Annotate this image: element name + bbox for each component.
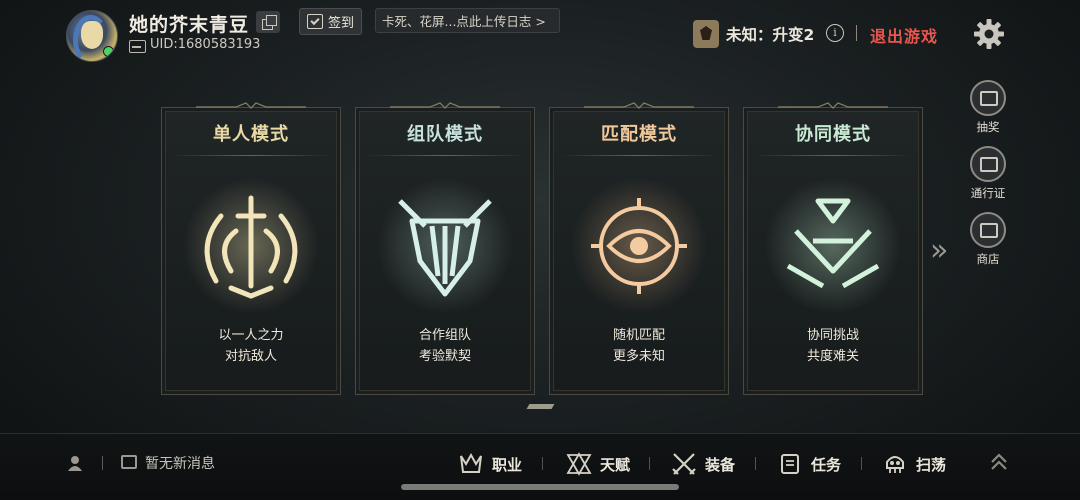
divider — [649, 457, 650, 470]
desc-line: 合作组队 — [418, 328, 471, 343]
message-status[interactable]: 暂无新消息 — [145, 453, 215, 473]
checkin-button[interactable]: 签到 — [299, 8, 362, 35]
nav-label: 职业 — [492, 455, 523, 474]
side-item-gacha[interactable]: 抽奖 — [968, 80, 1008, 135]
info-icon[interactable]: i — [826, 24, 844, 42]
home-indicator[interactable] — [401, 484, 679, 490]
nav-quest[interactable]: 任务 — [777, 452, 841, 476]
title-divider — [366, 155, 524, 156]
exit-game-button[interactable]: 退出游戏 — [870, 23, 938, 47]
friend-icon[interactable] — [68, 455, 82, 471]
uid-text: UID:1680583193 — [150, 37, 261, 52]
expand-up-chevron-icon[interactable] — [988, 451, 1010, 473]
username: 她的芥末青豆 — [129, 14, 250, 36]
desc-line: 以一人之力 — [218, 328, 284, 343]
mode-description: 随机匹配 更多未知 — [550, 325, 728, 367]
nav-talent[interactable]: 天赋 — [566, 452, 630, 476]
ornament — [584, 102, 694, 109]
title-divider — [560, 155, 718, 156]
divider — [542, 457, 543, 470]
gacha-icon — [970, 80, 1006, 116]
desc-line: 共度难关 — [806, 349, 859, 364]
desc-line: 更多未知 — [612, 349, 665, 364]
calendar-check-icon — [306, 14, 323, 29]
nav-sweep[interactable]: 扫荡 — [882, 452, 946, 476]
divider — [755, 457, 756, 470]
desc-line: 考验默契 — [418, 349, 471, 364]
team-mode-emblem-icon — [377, 178, 513, 314]
ornament — [390, 102, 500, 109]
mode-card-solo[interactable]: 单人模式 以一人之力 对抗敌人 — [161, 102, 341, 395]
online-status-dot — [103, 46, 114, 57]
side-item-label: 抽奖 — [976, 120, 1000, 134]
mode-card-match[interactable]: 匹配模式 随机匹配 更多未知 — [549, 102, 729, 395]
copy-icon[interactable] — [256, 11, 280, 33]
pass-icon — [970, 146, 1006, 182]
divider — [856, 25, 857, 41]
mode-description: 协同挑战 共度难关 — [744, 325, 922, 367]
coop-mode-emblem-icon — [765, 178, 901, 314]
talent-icon — [566, 452, 592, 476]
ornament — [778, 102, 888, 109]
side-item-shop[interactable]: 商店 — [968, 212, 1008, 267]
message-icon — [121, 455, 137, 469]
mode-description: 合作组队 考验默契 — [356, 325, 534, 367]
title-divider — [754, 155, 912, 156]
shop-icon — [970, 212, 1006, 248]
mode-title: 组队模式 — [407, 124, 483, 145]
id-card-icon — [129, 40, 146, 53]
profession-icon — [460, 452, 482, 473]
desc-line: 协同挑战 — [806, 328, 859, 343]
nav-label: 天赋 — [600, 455, 631, 474]
upload-log-notice[interactable]: 卡死、花屏...点此上传日志 > — [375, 8, 560, 33]
divider — [861, 457, 862, 470]
mode-card-team[interactable]: 组队模式 合作组队 考验默契 — [355, 102, 535, 395]
side-item-pass[interactable]: 通行证 — [968, 146, 1008, 201]
side-item-label: 商店 — [976, 252, 1000, 266]
page-indicator — [526, 404, 555, 409]
desc-line: 对抗敌人 — [224, 349, 277, 364]
quest-scroll-icon — [781, 454, 799, 474]
title-divider — [172, 155, 330, 156]
equipment-swords-icon — [672, 453, 696, 475]
divider — [102, 456, 103, 470]
nav-equipment[interactable]: 装备 — [671, 452, 735, 476]
mode-title: 单人模式 — [213, 124, 289, 145]
checkin-label: 签到 — [327, 16, 354, 31]
nav-label: 扫荡 — [916, 455, 947, 474]
rank-badge-icon — [693, 20, 719, 48]
avatar[interactable] — [66, 10, 118, 62]
gear-icon[interactable] — [973, 18, 1005, 50]
mode-card-coop[interactable]: 协同模式 协同挑战 共度难关 — [743, 102, 923, 395]
mode-description: 以一人之力 对抗敌人 — [162, 325, 340, 367]
rank-text: 未知：升变2 — [726, 26, 815, 44]
nav-profession[interactable]: 职业 — [458, 452, 522, 476]
sweep-skull-icon — [886, 456, 904, 473]
solo-mode-emblem-icon — [183, 178, 319, 314]
nav-label: 装备 — [705, 455, 736, 474]
ornament — [196, 102, 306, 109]
desc-line: 随机匹配 — [612, 328, 665, 343]
match-mode-eye-emblem-icon — [571, 178, 707, 314]
nav-label: 任务 — [811, 455, 842, 474]
side-item-label: 通行证 — [970, 186, 1006, 200]
next-page-chevron-icon[interactable]: » — [930, 233, 949, 268]
mode-title: 匹配模式 — [601, 124, 677, 145]
mode-title: 协同模式 — [795, 124, 871, 145]
